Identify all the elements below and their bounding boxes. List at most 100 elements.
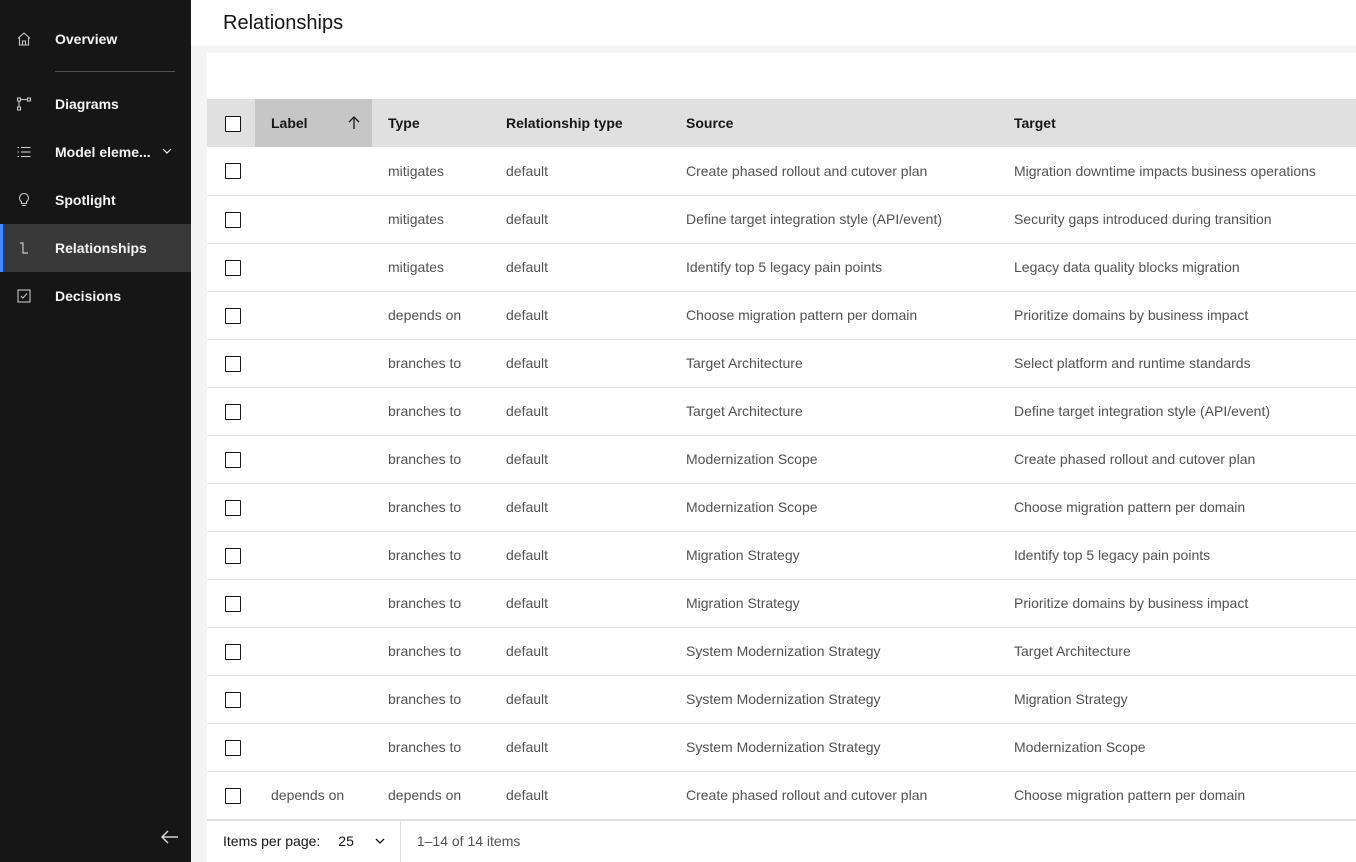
row-select-cell (207, 531, 255, 579)
cell-target: Choose migration pattern per domain (1014, 787, 1246, 803)
page-title: Relationships (223, 11, 344, 34)
row-checkbox[interactable] (225, 691, 241, 708)
sidebar-item-overview[interactable]: Overview (0, 15, 191, 63)
list-icon (16, 144, 32, 160)
cell-source: Migration Strategy (686, 595, 800, 611)
table-row[interactable]: depends on depends on default Create phased… (207, 771, 1356, 819)
cell-source: Choose migration pattern per domain (686, 307, 918, 323)
row-checkbox[interactable] (225, 499, 241, 516)
cell-type: branches to (388, 739, 462, 755)
row-checkbox[interactable] (225, 259, 241, 276)
cell-source: Modernization Scope (686, 499, 818, 515)
cell-type: branches to (388, 451, 462, 467)
row-checkbox[interactable] (225, 739, 241, 756)
sidebar-item-label: Overview (55, 31, 118, 47)
row-select-cell (207, 147, 255, 195)
cell-relationship-type: default (506, 355, 549, 371)
table-row[interactable]: branches to default Target Architecture Def… (207, 387, 1356, 435)
cell-source: System Modernization Strategy (686, 691, 881, 707)
cell-target: Prioritize domains by business impact (1014, 595, 1249, 611)
cell-relationship-type: default (506, 595, 549, 611)
cell-label (255, 579, 372, 627)
cell-type: depends on (388, 787, 462, 803)
cell-type: branches to (388, 355, 462, 371)
row-checkbox[interactable] (225, 787, 241, 804)
app: Overview Diagrams Model eleme... Spotlig… (0, 0, 1356, 862)
row-select-cell (207, 723, 255, 771)
table-row[interactable]: branches to default Target Architecture Sel… (207, 339, 1356, 387)
sidebar-item-label: Decisions (55, 288, 122, 304)
pagination: Items per page: 25 1–14 of 14 items (207, 819, 1356, 862)
sidebar-item-diagrams[interactable]: Diagrams (0, 80, 191, 128)
connect-icon (16, 240, 32, 256)
cell-relationship-type: default (506, 499, 549, 515)
table-header-row: Label Type Relationship type Source Targ… (207, 99, 1356, 147)
sidebar-item-label: Spotlight (55, 192, 116, 208)
column-header-type[interactable]: Type (372, 99, 490, 147)
relationships-table: Label Type Relationship type Source Targ… (207, 99, 1356, 820)
sidebar-item-model-elements[interactable]: Model eleme... (0, 128, 191, 176)
table-row[interactable]: depends on default Choose migration patter… (207, 291, 1356, 339)
checkbox-checked-icon (16, 288, 32, 304)
sidebar-item-decisions[interactable]: Decisions (0, 272, 191, 320)
row-checkbox[interactable] (225, 643, 241, 660)
collapse-sidebar-icon[interactable] (159, 826, 181, 848)
sort-ascending-icon (348, 116, 360, 129)
cell-target: Select platform and runtime standards (1014, 355, 1251, 371)
cell-label (255, 339, 372, 387)
table-row[interactable]: branches to default Migration Strategy Prio… (207, 579, 1356, 627)
sidebar-item-spotlight[interactable]: Spotlight (0, 176, 191, 224)
row-checkbox[interactable] (225, 403, 241, 420)
row-checkbox[interactable] (225, 163, 241, 180)
row-checkbox[interactable] (225, 307, 241, 324)
table-row[interactable]: mitigates default Identify top 5 legacy pa… (207, 243, 1356, 291)
column-header-source[interactable]: Source (670, 99, 998, 147)
row-select-cell (207, 675, 255, 723)
row-checkbox[interactable] (225, 595, 241, 612)
cell-relationship-type: default (506, 739, 549, 755)
cell-target: Prioritize domains by business impact (1014, 307, 1249, 323)
sidebar: Overview Diagrams Model eleme... Spotlig… (0, 0, 191, 862)
table-row[interactable]: mitigates default Define target integratio… (207, 195, 1356, 243)
cell-target: Define target integration style (API/eve… (1014, 403, 1271, 419)
table-row[interactable]: branches to default Modernization Scope Cre… (207, 435, 1356, 483)
row-select-cell (207, 627, 255, 675)
cell-source: Target Architecture (686, 355, 803, 371)
cell-label (255, 435, 372, 483)
cell-source: Target Architecture (686, 403, 803, 419)
table-row[interactable]: branches to default Modernization Scope Cho… (207, 483, 1356, 531)
cell-type: branches to (388, 595, 462, 611)
table-row[interactable]: branches to default System Modernization S… (207, 675, 1356, 723)
table-row[interactable]: branches to default Migration Strategy Iden… (207, 531, 1356, 579)
cell-source: Modernization Scope (686, 451, 818, 467)
column-header-relationship-type[interactable]: Relationship type (490, 99, 670, 147)
row-select-cell (207, 579, 255, 627)
home-icon (16, 31, 32, 47)
items-per-page-select[interactable]: 25 (338, 833, 386, 849)
cell-relationship-type: default (506, 211, 549, 227)
column-header-label[interactable]: Label (255, 99, 372, 147)
cell-relationship-type: default (506, 403, 549, 419)
cell-relationship-type: default (506, 787, 549, 803)
cell-type: branches to (388, 643, 462, 659)
cell-label (255, 387, 372, 435)
sidebar-divider (55, 71, 175, 72)
chevron-down-icon[interactable] (161, 145, 173, 157)
row-select-cell (207, 771, 255, 819)
row-checkbox[interactable] (225, 547, 241, 564)
column-header-target[interactable]: Target (998, 99, 1356, 147)
table-row[interactable]: branches to default System Modernization S… (207, 627, 1356, 675)
table-row[interactable]: branches to default System Modernization S… (207, 723, 1356, 771)
sidebar-item-relationships[interactable]: Relationships (0, 224, 191, 272)
row-checkbox[interactable] (225, 355, 241, 372)
row-select-cell (207, 483, 255, 531)
row-checkbox[interactable] (225, 211, 241, 228)
cell-target: Create phased rollout and cutover plan (1014, 451, 1256, 467)
cell-target: Target Architecture (1014, 643, 1131, 659)
select-all-checkbox[interactable] (225, 115, 241, 132)
cell-target: Choose migration pattern per domain (1014, 499, 1246, 515)
cell-type: branches to (388, 403, 462, 419)
row-checkbox[interactable] (225, 451, 241, 468)
cell-source: Create phased rollout and cutover plan (686, 787, 928, 803)
table-row[interactable]: mitigates default Create phased rollout an… (207, 147, 1356, 195)
